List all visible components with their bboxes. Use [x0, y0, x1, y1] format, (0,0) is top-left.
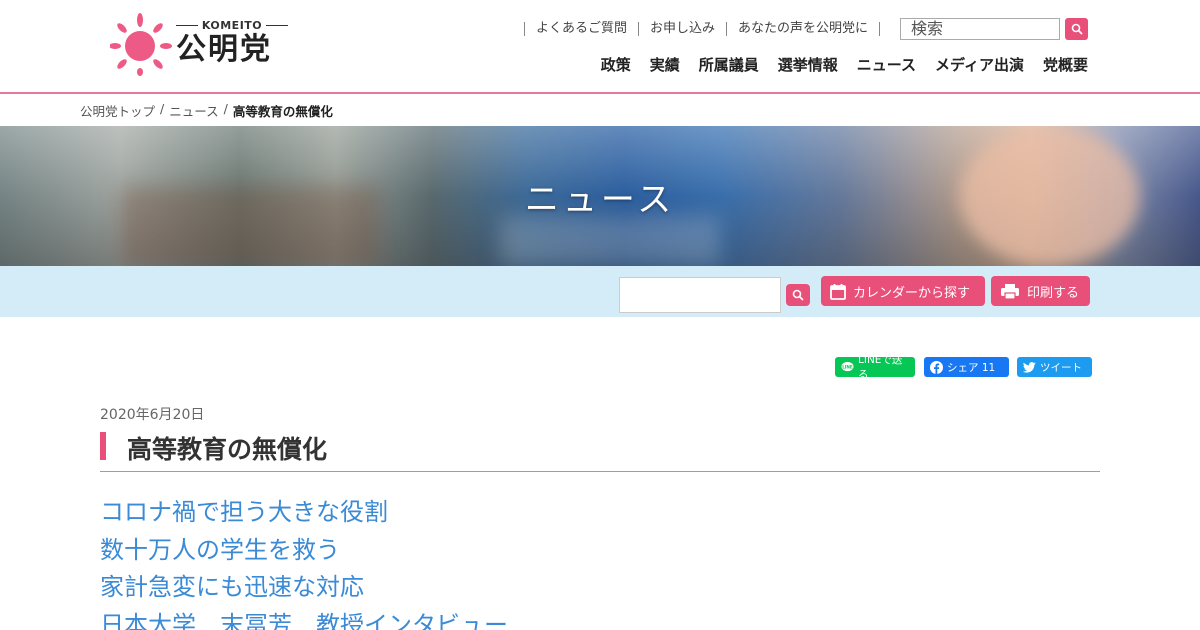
calendar-search-label: カレンダーから探す	[853, 285, 971, 301]
nav-item-policy[interactable]: 政策	[601, 54, 631, 75]
article-date: 2020年6月20日	[100, 407, 205, 423]
facebook-share-label: シェア 11	[947, 361, 996, 374]
headline: 家計急変にも迅速な対応	[100, 573, 364, 601]
nav-item-members[interactable]: 所属議員	[699, 54, 759, 75]
line-icon: LINE	[841, 361, 854, 372]
logo-japanese: 公明党	[176, 32, 272, 67]
breadcrumb-news[interactable]: ニュース	[169, 101, 218, 120]
facebook-icon	[930, 360, 943, 374]
line-share-label: LINEで送る	[858, 354, 903, 381]
line-share-button[interactable]: LINE LINEで送る	[835, 354, 915, 381]
sun-logo-icon	[110, 13, 172, 76]
global-nav: 政策 実績 所属議員 選挙情報 ニュース メディア出演 党概要	[582, 54, 1088, 75]
nav-item-media[interactable]: メディア出演	[935, 54, 1024, 75]
search-icon	[1071, 23, 1083, 35]
apply-link[interactable]: お申し込み	[637, 22, 726, 36]
breadcrumb-home[interactable]: 公明党トップ	[80, 101, 155, 120]
article-title: 高等教育の無償化	[127, 435, 328, 464]
headline: コロナ禍で担う大きな役割	[100, 498, 388, 526]
facebook-share-button[interactable]: シェア 11	[924, 357, 1009, 377]
title-accent-bar	[100, 432, 106, 460]
twitter-share-button[interactable]: ツイート	[1017, 357, 1092, 377]
header-search-input[interactable]: 検索	[900, 18, 1060, 40]
logo-english-text: KOMEITO	[201, 18, 263, 32]
hero-title: ニュース	[524, 180, 676, 220]
utility-links: よくあるご質問 お申し込み あなたの声を公明党に	[523, 20, 880, 38]
breadcrumb: 公明党トップ / ニュース / 高等教育の無償化	[80, 101, 333, 120]
faq-link[interactable]: よくあるご質問	[523, 22, 638, 36]
headline: 日本大学 末冨芳 教授インタビュー	[100, 610, 508, 630]
site-logo[interactable]: KOMEITO 公明党	[110, 12, 290, 76]
twitter-icon	[1023, 361, 1036, 373]
news-search-input[interactable]	[619, 277, 781, 313]
nav-item-about[interactable]: 党概要	[1043, 54, 1088, 75]
breadcrumb-current: 高等教育の無償化	[232, 104, 333, 119]
voice-link[interactable]: あなたの声を公明党に	[725, 22, 880, 36]
header-divider	[0, 92, 1200, 94]
printer-icon	[1001, 283, 1019, 300]
logo-english: KOMEITO	[176, 18, 289, 32]
print-label: 印刷する	[1027, 285, 1080, 301]
breadcrumb-separator: /	[160, 101, 165, 116]
svg-text:LINE: LINE	[842, 364, 853, 369]
calendar-search-button[interactable]: カレンダーから探す	[821, 276, 985, 306]
headline: 数十万人の学生を救う	[100, 535, 340, 564]
title-divider	[100, 471, 1100, 472]
calendar-icon	[830, 283, 846, 300]
twitter-share-label: ツイート	[1040, 361, 1082, 374]
breadcrumb-separator: /	[223, 101, 228, 116]
nav-item-achievements[interactable]: 実績	[650, 54, 680, 75]
header-search-button[interactable]	[1065, 18, 1088, 40]
article-headlines: コロナ禍で担う大きな役割 数十万人の学生を救う 家計急変にも迅速な対応 日本大学…	[100, 494, 508, 630]
nav-item-news[interactable]: ニュース	[857, 54, 916, 75]
news-search-button[interactable]	[786, 284, 810, 306]
search-icon	[792, 289, 804, 301]
nav-item-election[interactable]: 選挙情報	[778, 54, 838, 75]
print-button[interactable]: 印刷する	[991, 276, 1090, 306]
site-header: KOMEITO 公明党 よくあるご質問 お申し込み あなたの声を公明党に 検索 …	[0, 0, 1200, 92]
